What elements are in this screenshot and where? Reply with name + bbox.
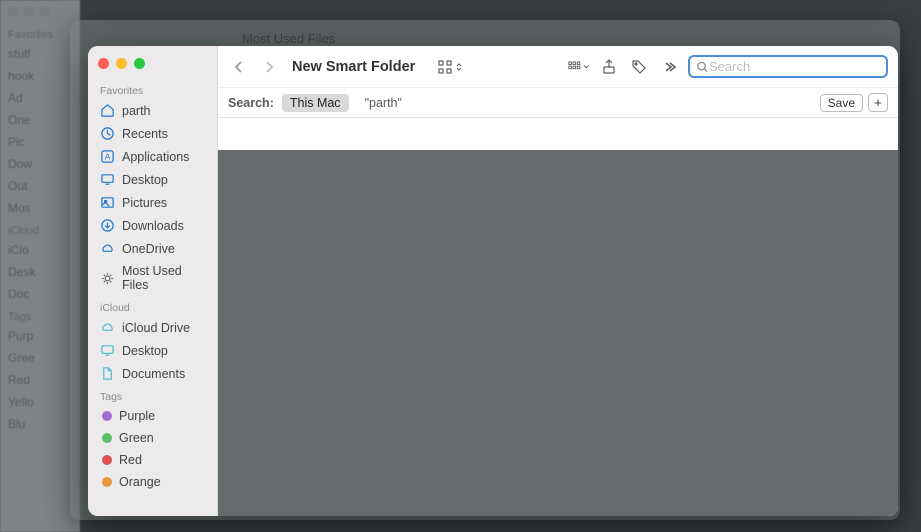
- tag-dot-icon: [102, 477, 112, 487]
- sidebar: Favorites parth Recents A Applications De…: [88, 46, 218, 516]
- back-button[interactable]: [228, 56, 250, 78]
- sidebar-item-label: Pictures: [122, 196, 167, 210]
- tag-button[interactable]: [628, 56, 650, 78]
- sidebar-item-desktop[interactable]: Desktop: [88, 168, 217, 191]
- save-button[interactable]: Save: [820, 94, 863, 112]
- app-icon: A: [100, 149, 115, 164]
- home-icon: [100, 103, 115, 118]
- chevron-updown-icon: [454, 62, 464, 72]
- sidebar-item-recents[interactable]: Recents: [88, 122, 217, 145]
- background-sidebar: Favorites stuff hook Ad One Pic Dow Out …: [0, 0, 80, 532]
- downloads-icon: [100, 218, 115, 233]
- toolbar: New Smart Folder: [218, 46, 898, 88]
- sidebar-item-label: Recents: [122, 127, 168, 141]
- sidebar-item-iclouddrive[interactable]: iCloud Drive: [88, 316, 217, 339]
- sidebar-item-label: Applications: [122, 150, 189, 164]
- tag-dot-icon: [102, 411, 112, 421]
- svg-text:A: A: [105, 151, 111, 161]
- tag-dot-icon: [102, 433, 112, 443]
- section-header: iCloud: [88, 296, 217, 316]
- sidebar-tag-purple[interactable]: Purple: [88, 405, 217, 427]
- sidebar-item-label: iCloud Drive: [122, 321, 190, 335]
- group-button[interactable]: [568, 56, 590, 78]
- sidebar-item-label: Most Used Files: [122, 264, 205, 292]
- search-input[interactable]: [709, 59, 880, 74]
- minimize-button[interactable]: [116, 58, 127, 69]
- share-button[interactable]: [598, 56, 620, 78]
- sidebar-item-home[interactable]: parth: [88, 99, 217, 122]
- sidebar-item-mostused[interactable]: Most Used Files: [88, 260, 217, 296]
- sidebar-item-label: OneDrive: [122, 242, 175, 256]
- cloud-icon: [100, 241, 115, 256]
- scope-bar: Search: This Mac "parth" Save +: [218, 88, 898, 118]
- scope-this-mac[interactable]: This Mac: [282, 94, 349, 112]
- search-icon: [696, 60, 709, 74]
- dim-overlay: [218, 150, 898, 516]
- section-header: Tags: [88, 385, 217, 405]
- close-button[interactable]: [98, 58, 109, 69]
- tag-dot-icon: [102, 455, 112, 465]
- sidebar-item-label: Downloads: [122, 219, 184, 233]
- sidebar-item-documents[interactable]: Documents: [88, 362, 217, 385]
- sidebar-item-applications[interactable]: A Applications: [88, 145, 217, 168]
- desktop-icon: [100, 343, 115, 358]
- gear-icon: [100, 271, 115, 286]
- scope-parth[interactable]: "parth": [357, 94, 410, 112]
- window-title: New Smart Folder: [292, 59, 415, 75]
- sidebar-item-downloads[interactable]: Downloads: [88, 214, 217, 237]
- scope-label: Search:: [228, 96, 274, 110]
- search-field[interactable]: [688, 55, 888, 78]
- sidebar-item-label: Purple: [119, 409, 155, 423]
- sidebar-item-desktop-icloud[interactable]: Desktop: [88, 339, 217, 362]
- pictures-icon: [100, 195, 115, 210]
- sidebar-tag-red[interactable]: Red: [88, 449, 217, 471]
- sidebar-item-label: Desktop: [122, 344, 168, 358]
- sidebar-item-onedrive[interactable]: OneDrive: [88, 237, 217, 260]
- traffic-lights: [88, 54, 217, 79]
- content-area: New Smart Folder Search: This Mac "parth…: [218, 46, 898, 516]
- desktop-icon: [100, 172, 115, 187]
- sidebar-item-label: Red: [119, 453, 142, 467]
- forward-button[interactable]: [258, 56, 280, 78]
- chevron-down-icon: [583, 63, 590, 71]
- sidebar-item-label: Orange: [119, 475, 161, 489]
- add-criteria-button[interactable]: +: [868, 93, 888, 112]
- sidebar-tag-green[interactable]: Green: [88, 427, 217, 449]
- results-area: [218, 118, 898, 516]
- view-icon-grid[interactable]: [433, 57, 468, 77]
- sidebar-item-label: parth: [122, 104, 151, 118]
- sidebar-item-label: Documents: [122, 367, 185, 381]
- clock-icon: [100, 126, 115, 141]
- more-button[interactable]: [658, 56, 680, 78]
- sidebar-item-pictures[interactable]: Pictures: [88, 191, 217, 214]
- finder-window: Favorites parth Recents A Applications De…: [88, 46, 898, 516]
- doc-icon: [100, 366, 115, 381]
- zoom-button[interactable]: [134, 58, 145, 69]
- sidebar-tag-orange[interactable]: Orange: [88, 471, 217, 493]
- sidebar-item-label: Green: [119, 431, 154, 445]
- section-header: Favorites: [88, 79, 217, 99]
- cloud-icon: [100, 320, 115, 335]
- sidebar-item-label: Desktop: [122, 173, 168, 187]
